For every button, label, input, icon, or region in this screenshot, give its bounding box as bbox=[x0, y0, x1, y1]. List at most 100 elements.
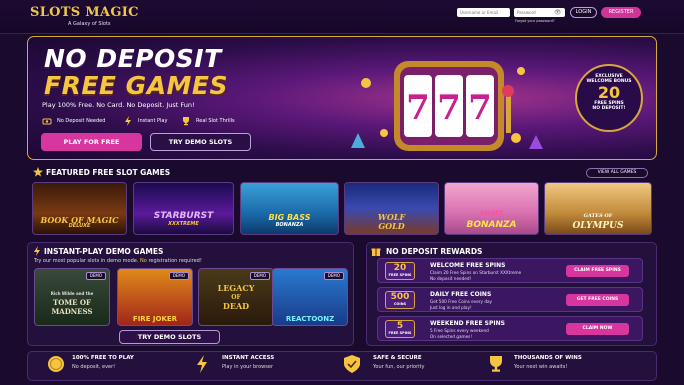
demo-card-fire-joker[interactable]: DEMO FIRE JOKER bbox=[117, 268, 193, 326]
game-subtitle: XXXTREME bbox=[168, 221, 199, 227]
reward-weekend-free-spins: 5 FREE SPINS WEEKEND FREE SPINS 5 Free Sp… bbox=[377, 316, 643, 341]
demo-badge: DEMO bbox=[323, 272, 344, 280]
register-button[interactable]: REGISTER bbox=[601, 7, 641, 18]
demo-desc-text: registration required! bbox=[148, 258, 202, 264]
reward-title: DAILY FREE COINS bbox=[430, 291, 492, 298]
demo-card-reactoonz[interactable]: DEMO REACTOONZ bbox=[272, 268, 348, 326]
benefit-desc: Your next win awaits! bbox=[514, 364, 568, 370]
game-title: GATES OF bbox=[583, 213, 613, 219]
coin-icon bbox=[48, 356, 64, 372]
logo[interactable]: SLOTS MAGIC A Galaxy of Slots bbox=[30, 5, 139, 27]
coin-icon bbox=[511, 133, 521, 143]
benefit-secure: SAFE & SECURE Your fun, our priority bbox=[373, 355, 424, 370]
game-subtitle: DELUXE bbox=[68, 223, 91, 229]
view-all-games-button[interactable]: VIEW ALL GAMES bbox=[586, 168, 648, 178]
site-header: SLOTS MAGIC A Galaxy of Slots 👁 Forgot y… bbox=[0, 0, 684, 34]
benefit-title: 100% FREE TO PLAY bbox=[72, 355, 134, 361]
trophy-icon bbox=[490, 356, 502, 372]
reward-number: 500 bbox=[390, 292, 410, 302]
feature-no-deposit: No Deposit Needed bbox=[42, 116, 105, 126]
feature-label: Real Slot Thrills bbox=[196, 118, 235, 124]
benefit-title: SAFE & SECURE bbox=[373, 355, 422, 361]
reward-number: 20 bbox=[393, 263, 407, 273]
game-card-big-bass[interactable]: BIG BASS BONANZA bbox=[240, 182, 339, 235]
lightning-icon bbox=[197, 355, 207, 373]
featured-title: FEATURED FREE SLOT GAMES bbox=[46, 168, 171, 177]
login-button[interactable]: LOGIN bbox=[570, 7, 597, 18]
shield-icon bbox=[344, 355, 360, 373]
game-card-sweet-bonanza[interactable]: SWEET BONANZA bbox=[444, 182, 539, 235]
benefit-title: THOUSANDS OF WINS bbox=[514, 355, 582, 361]
try-demo-slots-button-2[interactable]: TRY DEMO SLOTS bbox=[119, 330, 220, 344]
game-card-wolf-gold[interactable]: WOLF GOLD bbox=[344, 182, 439, 235]
gem-icon bbox=[351, 133, 365, 148]
try-demo-slots-button[interactable]: TRY DEMO SLOTS bbox=[150, 133, 251, 151]
reward-unit: FREE SPINS bbox=[388, 273, 412, 277]
benefit-free: 100% FREE TO PLAY No deposit, ever! bbox=[72, 355, 134, 370]
exclusive-bonus-badge: EXCLUSIVE WELCOME BONUS 20 FREE SPINS NO… bbox=[575, 64, 643, 132]
game-card-starburst[interactable]: STARBURST XXXTREME bbox=[133, 182, 234, 235]
demo-description: Try our most popular slots in demo mode.… bbox=[34, 258, 202, 264]
reward-unit: FREE SPINS bbox=[388, 331, 412, 335]
game-title: TOME OF bbox=[53, 298, 91, 307]
demo-card-tome-of-madness[interactable]: DEMO Rich Wilde and the TOME OF MADNESS bbox=[34, 268, 110, 326]
forgot-password-link[interactable]: Forgot your password? bbox=[515, 19, 555, 23]
slot-machine-illustration: 7 7 7 bbox=[351, 61, 543, 151]
hero-title-line2: FREE GAMES bbox=[44, 71, 229, 100]
game-card-gates-of-olympus[interactable]: GATES OF OLYMPUS bbox=[544, 182, 652, 235]
benefit-desc: Play in your browser bbox=[222, 364, 274, 370]
reward-badge: 20 FREE SPINS bbox=[385, 262, 415, 280]
reward-title: WELCOME FREE SPINS bbox=[430, 262, 506, 269]
reward-badge: 500 COINS bbox=[385, 291, 415, 309]
gift-icon bbox=[371, 248, 381, 256]
rewards-title: NO DEPOSIT REWARDS bbox=[386, 247, 483, 256]
benefit-title: INSTANT ACCESS bbox=[222, 355, 275, 361]
svg-text:7: 7 bbox=[468, 88, 492, 128]
claim-now-button[interactable]: CLAIM NOW bbox=[566, 323, 629, 335]
reward-number: 5 bbox=[396, 321, 404, 331]
feature-label: No Deposit Needed bbox=[57, 118, 106, 124]
hero-subtitle: Play 100% Free. No Card. No Deposit. Jus… bbox=[42, 101, 195, 109]
reward-daily-free-coins: 500 COINS DAILY FREE COINS Get 500 Free C… bbox=[377, 287, 643, 312]
game-subtitle: OLYMPUS bbox=[572, 221, 624, 231]
coin-icon bbox=[380, 129, 388, 137]
game-title: DEAD bbox=[222, 301, 250, 311]
game-subtitle: Rich Wilde and the bbox=[50, 291, 94, 296]
logo-subtitle: A Galaxy of Slots bbox=[68, 21, 111, 27]
reward-desc: Claim 20 Free Spins on Starburst XXXtrem… bbox=[430, 270, 521, 282]
demo-title: INSTANT-PLAY DEMO GAMES bbox=[44, 247, 164, 256]
coin-icon bbox=[361, 78, 371, 88]
logo-title: SLOTS MAGIC bbox=[30, 5, 139, 20]
demo-card-legacy-of-dead[interactable]: DEMO LEGACY OF DEAD bbox=[198, 268, 274, 326]
reward-welcome-free-spins: 20 FREE SPINS WELCOME FREE SPINS Claim 20… bbox=[377, 258, 643, 283]
game-title: LEGACY bbox=[217, 283, 255, 293]
demo-badge: DEMO bbox=[85, 272, 106, 280]
reward-title: WEEKEND FREE SPINS bbox=[430, 320, 505, 327]
claim-free-spins-button[interactable]: CLAIM FREE SPINS bbox=[566, 265, 629, 277]
game-card-book-of-magic[interactable]: BOOK OF MAGIC DELUXE bbox=[32, 182, 127, 235]
eye-icon[interactable]: 👁 bbox=[554, 9, 562, 16]
reward-desc-line: Just log in and play! bbox=[430, 305, 472, 310]
benefit-desc: No deposit, ever! bbox=[72, 364, 116, 370]
get-free-coins-button[interactable]: GET FREE COINS bbox=[566, 294, 629, 306]
game-subtitle: GOLD bbox=[378, 221, 405, 231]
money-icon bbox=[42, 118, 52, 125]
game-title: FIRE JOKER bbox=[132, 315, 178, 323]
benefit-wins: THOUSANDS OF WINS Your next win awaits! bbox=[514, 355, 582, 370]
demo-desc-no: No bbox=[140, 258, 147, 264]
bonus-number: 20 bbox=[597, 83, 621, 102]
feature-instant-play: Instant Play bbox=[123, 116, 167, 126]
game-subtitle: BONANZA bbox=[275, 222, 304, 228]
reward-badge: 5 FREE SPINS bbox=[385, 320, 415, 338]
bonus-line4: NO DEPOSIT! bbox=[592, 106, 626, 111]
game-title: SWEET bbox=[479, 210, 504, 217]
gem-icon bbox=[529, 135, 543, 149]
demo-badge: DEMO bbox=[168, 272, 189, 280]
username-input[interactable] bbox=[457, 8, 510, 17]
play-for-free-button[interactable]: PLAY FOR FREE bbox=[41, 133, 142, 151]
reward-desc: 5 Free Spins every weekend On selected ga… bbox=[430, 328, 489, 340]
benefit-instant: INSTANT ACCESS Play in your browser bbox=[222, 355, 274, 370]
lightning-icon bbox=[34, 246, 40, 256]
demo-desc-text: Try our most popular slots in demo mode. bbox=[34, 258, 139, 264]
lightning-icon bbox=[125, 116, 131, 126]
